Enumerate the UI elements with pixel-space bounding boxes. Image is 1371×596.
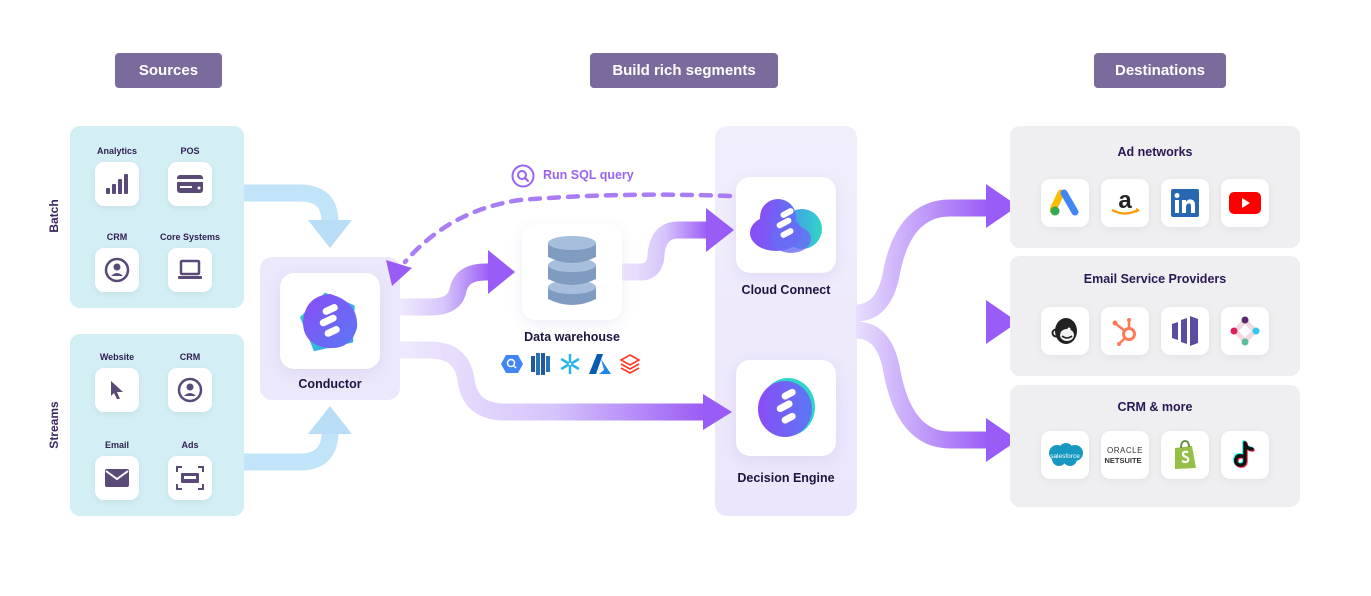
- source-pos[interactable]: POS: [168, 146, 212, 206]
- batch-panel: Analytics POS CRM Core Systems: [70, 126, 244, 308]
- shopify-icon: [1175, 440, 1196, 469]
- tiktok-icon: [1233, 440, 1255, 468]
- decision-engine-logo-icon: [758, 378, 815, 437]
- oracle-netsuite-icon: ORACLE NETSUITE: [1104, 446, 1143, 465]
- source-ads[interactable]: Ads: [168, 440, 212, 500]
- source-label: Core Systems: [159, 232, 221, 242]
- streams-panel: Website CRM Email Ads: [70, 334, 244, 516]
- salesforce-icon: salesforce: [1049, 443, 1083, 466]
- streams-label: Streams: [47, 401, 61, 449]
- batch-label: Batch: [47, 199, 61, 233]
- data-warehouse-tile[interactable]: [522, 224, 622, 320]
- conductor-tile[interactable]: [280, 273, 380, 369]
- conductor-logo-icon: [299, 292, 358, 352]
- source-crm[interactable]: CRM: [95, 232, 139, 292]
- cloud-connect-logo-icon: [750, 199, 822, 253]
- bar-chart-icon: [106, 174, 128, 194]
- decision-engine-label: Decision Engine: [737, 471, 835, 485]
- google-ads-icon: [1050, 189, 1079, 216]
- user-circle-icon: [177, 377, 203, 403]
- svg-text:a: a: [1118, 188, 1132, 214]
- conductor-label: Conductor: [298, 377, 362, 391]
- ad-frame-icon: [176, 466, 204, 490]
- azure-icon: [589, 354, 611, 374]
- tiktok-tile[interactable]: [1221, 431, 1269, 479]
- bigquery-icon: [501, 354, 523, 374]
- streams-arrowhead: [308, 406, 352, 434]
- linkedin-tile[interactable]: [1161, 179, 1209, 227]
- ad-networks-title: Ad networks: [1117, 145, 1193, 159]
- warehouse-logos: [501, 353, 641, 375]
- streams-to-conductor-flow: [244, 431, 339, 471]
- youtube-tile[interactable]: [1221, 179, 1269, 227]
- amazon-tile[interactable]: a: [1101, 179, 1149, 227]
- marketo-icon: [1172, 316, 1198, 346]
- amazon-icon: a: [1111, 188, 1140, 215]
- source-label: Ads: [181, 440, 199, 450]
- crm-more-panel: CRM & more salesforce ORACLE NETSUITE: [1010, 385, 1300, 507]
- fanout-crm-flow: [855, 321, 988, 449]
- sql-arrowhead: [386, 260, 412, 286]
- cloud-connect-label: Cloud Connect: [741, 283, 831, 297]
- user-circle-icon: [104, 257, 130, 283]
- multicolor-diamond-icon: [1230, 316, 1260, 346]
- source-analytics[interactable]: Analytics: [95, 146, 139, 206]
- source-crm-stream[interactable]: CRM: [168, 352, 212, 412]
- email-providers-title: Email Service Providers: [1083, 272, 1227, 286]
- cloud-connect-tile[interactable]: [736, 177, 836, 273]
- cursor-icon: [111, 381, 123, 399]
- decision-arrowhead: [703, 394, 732, 430]
- svg-text:salesforce: salesforce: [1050, 453, 1080, 460]
- fanout-ad-networks-flow: [855, 199, 988, 322]
- ad-networks-panel: Ad networks a: [1010, 126, 1300, 248]
- shopify-tile[interactable]: [1161, 431, 1209, 479]
- source-website[interactable]: Website: [95, 352, 139, 412]
- run-sql-query-label: Run SQL query: [543, 168, 634, 182]
- source-email[interactable]: Email: [95, 440, 139, 500]
- cloud-arrowhead: [706, 208, 734, 252]
- snowflake-icon: [559, 353, 581, 375]
- crm-more-title: CRM & more: [1117, 400, 1193, 414]
- email-providers-panel: Email Service Providers: [1010, 256, 1300, 376]
- envelope-icon: [105, 469, 129, 487]
- svg-text:ORACLE: ORACLE: [1107, 446, 1143, 455]
- source-label: POS: [180, 146, 200, 156]
- source-core-systems[interactable]: Core Systems: [160, 232, 220, 292]
- redshift-icon: [531, 353, 551, 375]
- source-label: CRM: [179, 352, 201, 362]
- warehouse-arrowhead: [488, 250, 515, 294]
- database-icon: [548, 236, 596, 305]
- youtube-icon: [1229, 192, 1261, 214]
- salesforce-tile[interactable]: salesforce: [1041, 431, 1089, 479]
- hubspot-icon: [1112, 318, 1136, 346]
- mailchimp-tile[interactable]: [1041, 307, 1089, 355]
- mailchimp-icon: [1051, 318, 1077, 344]
- source-label: Email: [104, 440, 129, 450]
- warehouse-to-cloud-flow: [622, 221, 708, 281]
- source-label: Analytics: [96, 146, 138, 156]
- svg-text:NETSUITE: NETSUITE: [1104, 456, 1141, 465]
- oracle-netsuite-tile[interactable]: ORACLE NETSUITE: [1101, 431, 1149, 479]
- conductor-to-warehouse-flow: [400, 263, 490, 316]
- laptop-icon: [178, 259, 202, 279]
- search-icon: [511, 164, 535, 188]
- hubspot-tile[interactable]: [1101, 307, 1149, 355]
- decision-engine-tile[interactable]: [736, 360, 836, 456]
- marketo-tile[interactable]: [1161, 307, 1209, 355]
- data-warehouse-label: Data warehouse: [524, 330, 620, 344]
- batch-arrowhead: [308, 220, 352, 248]
- credit-card-icon: [177, 175, 203, 193]
- linkedin-icon: [1171, 189, 1199, 217]
- source-label: CRM: [106, 232, 128, 242]
- source-label: Website: [99, 352, 135, 362]
- google-ads-tile[interactable]: [1041, 179, 1089, 227]
- batch-to-conductor-flow: [244, 184, 339, 223]
- slack-like-tile[interactable]: [1221, 307, 1269, 355]
- databricks-icon: [619, 353, 641, 375]
